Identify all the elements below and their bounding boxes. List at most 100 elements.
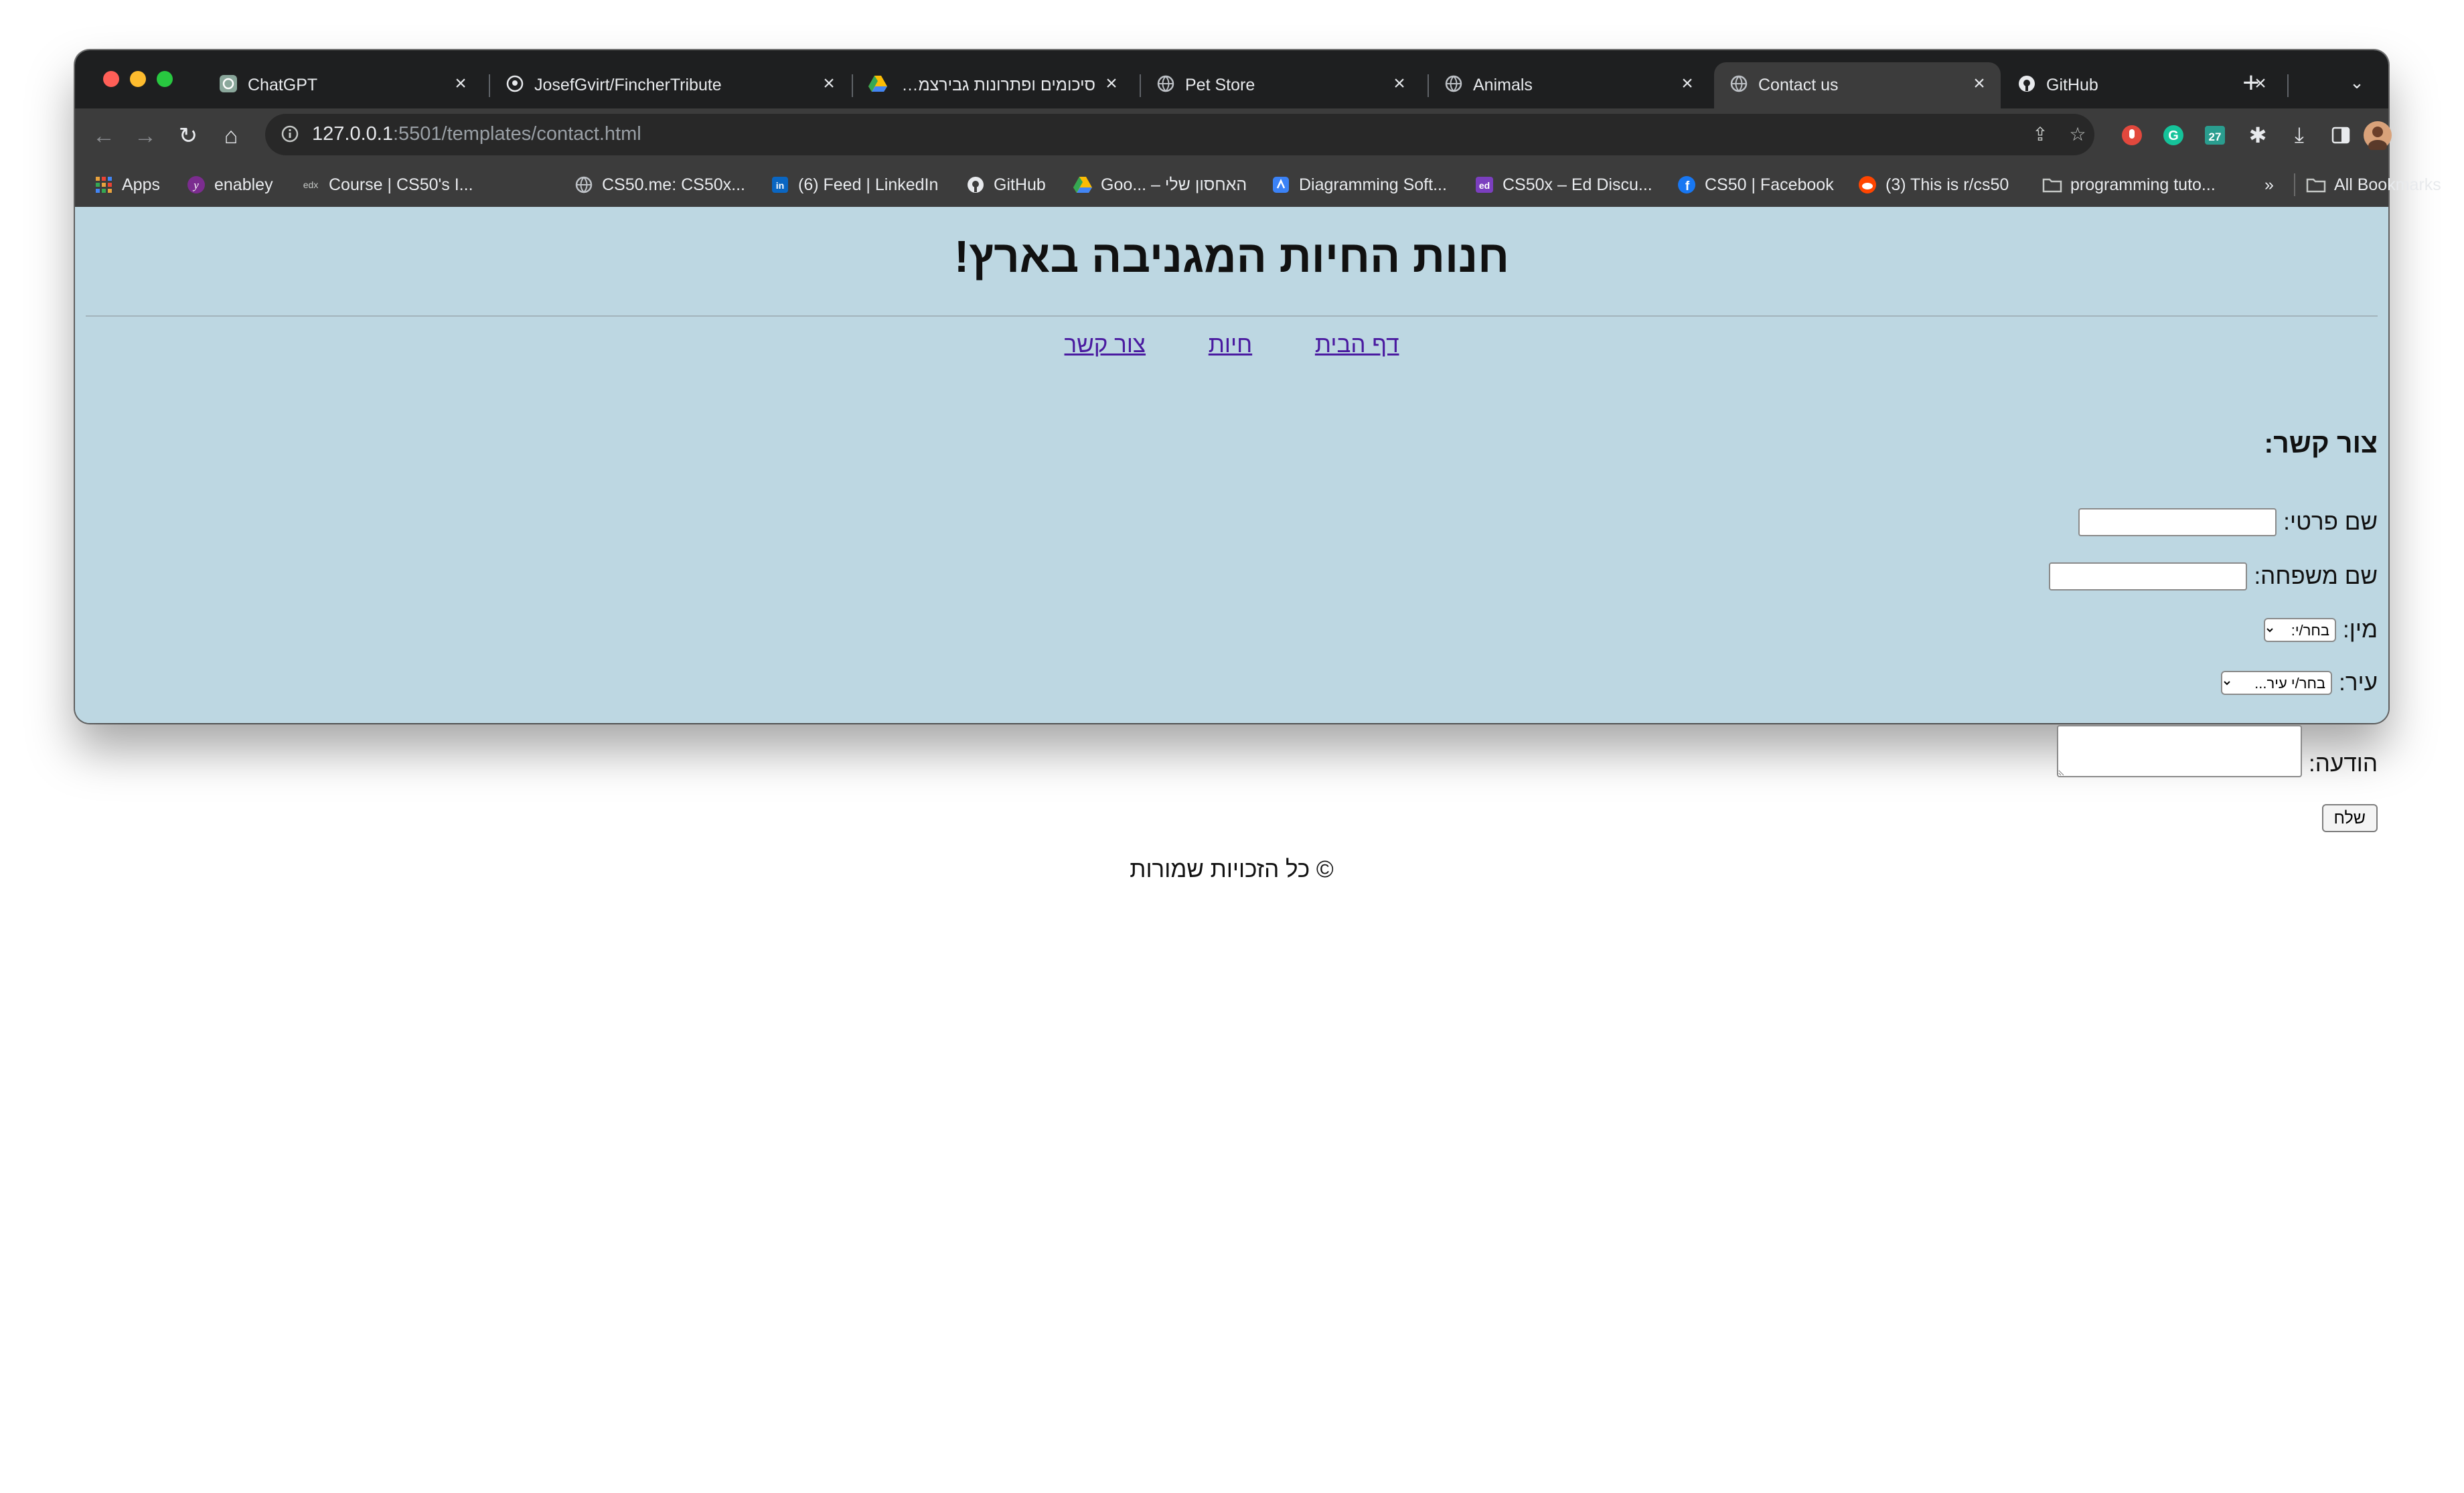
close-tab-icon[interactable]: × bbox=[449, 72, 473, 96]
tab-title: סיכומים ופתרונות גבירצמן יוו bbox=[897, 76, 1095, 94]
svg-text:G: G bbox=[2168, 129, 2179, 143]
page-title: חנות החיות המגניבה בארץ! bbox=[953, 232, 1510, 282]
web-page: חנות החיות המגניבה בארץ! דף הבית חיות צו… bbox=[75, 207, 2388, 882]
grammarly-icon[interactable]: G bbox=[2159, 121, 2188, 150]
browser-chrome: ChatGPT × JosefGvirt/FincherTribute × סי… bbox=[75, 50, 2441, 208]
diagram-icon bbox=[1271, 175, 1291, 195]
bookmark-label: CS50x – Ed Discu... bbox=[1503, 175, 1652, 194]
tab-google-drive[interactable]: סיכומים ופתרונות גבירצמן יוו × bbox=[853, 62, 1133, 108]
globe-icon bbox=[1156, 74, 1176, 94]
nav-link-contact[interactable]: צור קשר bbox=[1065, 331, 1146, 358]
message-row: הודעה: bbox=[2057, 725, 2378, 777]
bookmark-cs50-me[interactable]: CS50.me: CS50x... bbox=[574, 173, 745, 196]
github-icon bbox=[966, 175, 986, 195]
svg-text:in: in bbox=[776, 180, 784, 191]
bookmark-diagramming[interactable]: Diagramming Soft... bbox=[1271, 173, 1447, 196]
download-icon[interactable]: ⤓ bbox=[2285, 121, 2314, 150]
google-drive-icon bbox=[868, 74, 888, 94]
svg-text:y: y bbox=[192, 179, 199, 191]
tab-chatgpt[interactable]: ChatGPT × bbox=[204, 62, 482, 108]
bookmark-apps[interactable]: Apps bbox=[94, 173, 160, 196]
bookmark-label: CS50.me: CS50x... bbox=[602, 175, 745, 194]
chevron-down-icon[interactable]: ⌄ bbox=[2345, 70, 2369, 94]
city-label: עיר: bbox=[2339, 670, 2378, 696]
maximize-window-button[interactable] bbox=[157, 71, 173, 87]
globe-icon bbox=[1444, 74, 1464, 94]
site-info-icon[interactable] bbox=[280, 124, 301, 145]
first-name-row: שם פרטי: bbox=[2078, 508, 2378, 536]
home-button[interactable]: ⌂ bbox=[216, 121, 246, 151]
contact-heading: צור קשר: bbox=[2264, 428, 2378, 459]
submit-button[interactable]: שלח bbox=[2321, 804, 2378, 832]
bookmark-facebook[interactable]: f CS50 | Facebook bbox=[1677, 173, 1834, 196]
minimize-window-button[interactable] bbox=[130, 71, 146, 87]
reddit-icon bbox=[1857, 175, 1877, 195]
facebook-icon: f bbox=[1677, 175, 1697, 195]
bookmark-label: CS50 | Facebook bbox=[1705, 175, 1834, 194]
bookmark-label: (3) This is r/cs50 bbox=[1885, 175, 2009, 194]
calendar-extension-icon[interactable]: 27 bbox=[2200, 121, 2230, 150]
bookmark-cs50-course[interactable]: edx Course | CS50's I... bbox=[301, 173, 473, 196]
tab-title: JosefGvirt/FincherTribute bbox=[534, 76, 722, 94]
share-icon[interactable]: ⇪ bbox=[2029, 123, 2052, 146]
tab-animals[interactable]: Animals × bbox=[1429, 62, 1709, 108]
tab-title: Contact us bbox=[1758, 76, 1839, 94]
bookmark-star-icon[interactable]: ☆ bbox=[2066, 123, 2089, 146]
reload-button[interactable]: ↻ bbox=[173, 121, 204, 151]
bookmark-label: GitHub bbox=[994, 175, 1046, 194]
bookmark-programming-folder[interactable]: programming tuto... bbox=[2042, 173, 2216, 196]
extensions-puzzle-icon[interactable]: ✱ bbox=[2243, 121, 2273, 150]
close-tab-icon[interactable]: × bbox=[817, 72, 841, 96]
message-field[interactable] bbox=[2057, 725, 2303, 777]
all-bookmarks-button[interactable]: All Bookmarks bbox=[2306, 173, 2441, 196]
bookmark-label: Diagramming Soft... bbox=[1299, 175, 1447, 194]
city-row: עיר: בחר/י עיר... bbox=[2221, 670, 2378, 696]
close-tab-icon[interactable]: × bbox=[1967, 72, 1991, 96]
bookmark-label: (6) Feed | LinkedIn bbox=[798, 175, 939, 194]
tab-title: GitHub bbox=[2046, 76, 2098, 94]
github-icon bbox=[2017, 74, 2037, 94]
new-tab-button[interactable]: + bbox=[2236, 68, 2266, 98]
close-tab-icon[interactable]: × bbox=[1675, 72, 1699, 96]
last-name-field[interactable] bbox=[2049, 562, 2248, 591]
bookmark-label: Goo... – האחסון שלי bbox=[1101, 175, 1247, 194]
apps-grid-icon bbox=[94, 175, 114, 195]
tab-pet-store[interactable]: Pet Store × bbox=[1141, 62, 1421, 108]
city-select[interactable]: בחר/י עיר... bbox=[2221, 671, 2333, 695]
message-label: הודעה: bbox=[2309, 751, 2378, 777]
side-panel-icon[interactable] bbox=[2326, 121, 2356, 150]
close-tab-icon[interactable]: × bbox=[1099, 72, 1124, 96]
nav-link-animals[interactable]: חיות bbox=[1209, 331, 1252, 358]
tab-finchertribute[interactable]: JosefGvirt/FincherTribute × bbox=[490, 62, 850, 108]
bookmark-google-drive[interactable]: Goo... – האחסון שלי bbox=[1073, 173, 1247, 196]
first-name-field[interactable] bbox=[2078, 508, 2277, 536]
footer-copyright: © כל הזכויות שמורות bbox=[1130, 856, 1334, 882]
edx-icon: edx bbox=[303, 179, 319, 190]
extension-red-icon[interactable] bbox=[2117, 121, 2147, 150]
globe-icon bbox=[1729, 74, 1749, 94]
title-divider bbox=[86, 315, 2378, 317]
gender-select[interactable]: בחר/י: bbox=[2264, 618, 2337, 642]
avatar[interactable] bbox=[2362, 120, 2393, 151]
back-button[interactable]: ← bbox=[88, 121, 119, 151]
close-window-button[interactable] bbox=[103, 71, 119, 87]
tab-title: ChatGPT bbox=[248, 76, 318, 94]
bookmark-github[interactable]: GitHub bbox=[966, 173, 1046, 196]
overflow-label: » bbox=[2264, 175, 2274, 194]
address-bar[interactable]: 127.0.0.1:5501/templates/contact.html ⇪ … bbox=[265, 114, 2094, 155]
folder-icon bbox=[2306, 175, 2326, 195]
bookmark-linkedin[interactable]: in (6) Feed | LinkedIn bbox=[770, 173, 938, 196]
nav-link-home[interactable]: דף הבית bbox=[1315, 331, 1399, 358]
tab-title: Animals bbox=[1473, 76, 1533, 94]
tab-contact-us[interactable]: Contact us × bbox=[1714, 62, 2001, 108]
bookmark-reddit-cs50[interactable]: (3) This is r/cs50 bbox=[1857, 173, 2009, 196]
close-tab-icon[interactable]: × bbox=[1387, 72, 1411, 96]
gender-row: מין: בחר/י: bbox=[2264, 617, 2378, 643]
bookmark-ed-discussion[interactable]: ed CS50x – Ed Discu... bbox=[1474, 173, 1652, 196]
folder-icon bbox=[2042, 175, 2062, 195]
forward-button[interactable]: → bbox=[130, 121, 161, 151]
url-text: 127.0.0.1:5501/templates/contact.html bbox=[312, 123, 641, 145]
bookmark-enabley[interactable]: y enabley bbox=[186, 173, 273, 196]
bookmarks-overflow-button[interactable]: » bbox=[2264, 173, 2274, 196]
google-drive-icon bbox=[1073, 175, 1093, 195]
